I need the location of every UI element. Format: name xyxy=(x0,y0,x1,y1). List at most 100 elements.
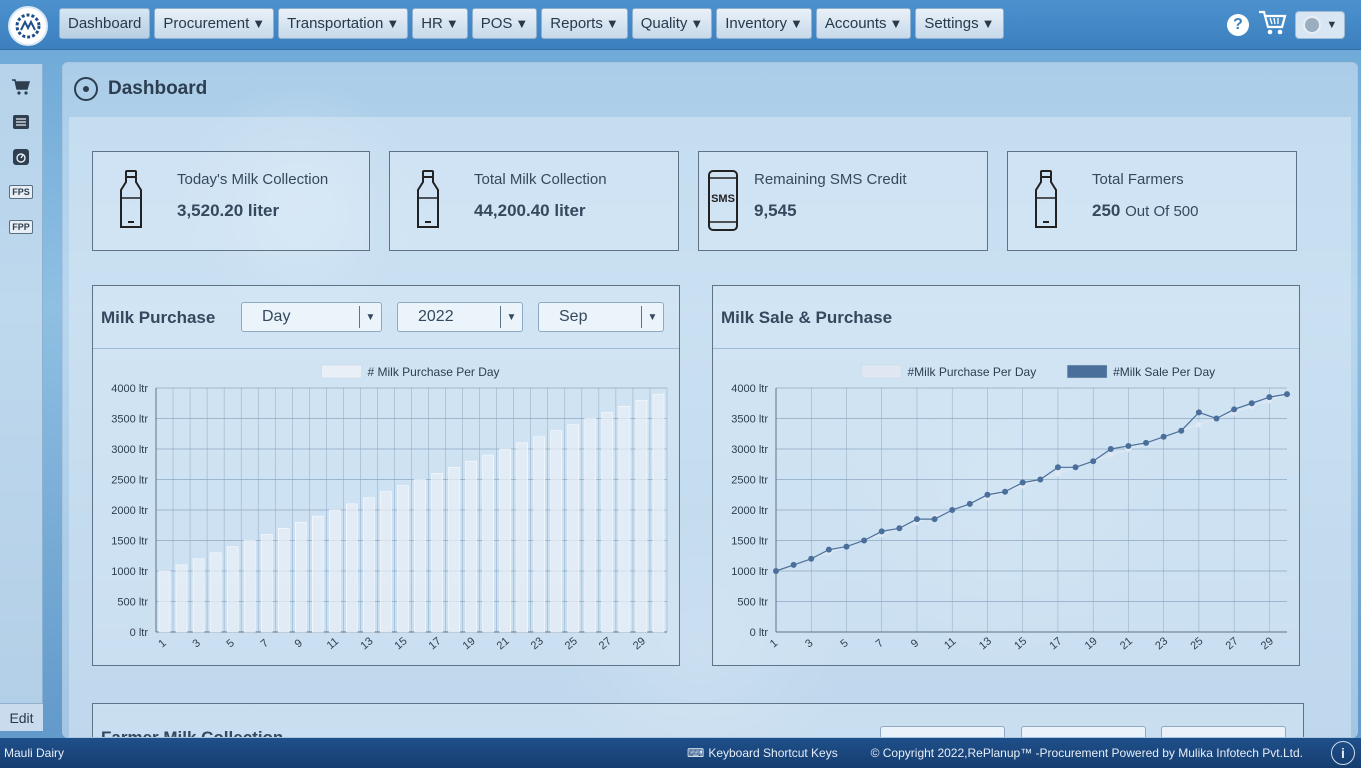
logo-icon xyxy=(15,13,41,39)
panel-title: Milk Purchase xyxy=(101,308,216,327)
nav-pos[interactable]: POS ▼ xyxy=(471,8,538,39)
y-tick-label: 1500 ltr xyxy=(111,536,148,548)
data-point xyxy=(966,500,973,507)
data-point xyxy=(1072,464,1079,471)
user-menu-button[interactable]: ▼ xyxy=(1295,10,1345,39)
x-tick-label: 9 xyxy=(293,637,305,650)
data-point xyxy=(773,568,779,574)
nav-hr[interactable]: HR ▼ xyxy=(412,8,468,39)
x-tick-label: 25 xyxy=(1188,635,1205,652)
caret-down-icon: ▼ xyxy=(889,16,903,31)
cart-icon[interactable] xyxy=(9,76,33,98)
nav-label: Transportation xyxy=(287,15,384,32)
x-tick-label: 21 xyxy=(1118,635,1135,652)
card-label: Total Milk Collection xyxy=(474,171,607,188)
bottom-select-2[interactable] xyxy=(1021,726,1146,737)
list-icon[interactable] xyxy=(9,111,33,133)
bar xyxy=(584,418,597,633)
dashboard-gauge-icon[interactable] xyxy=(9,146,33,168)
card-label: Total Farmers xyxy=(1092,171,1184,188)
data-point xyxy=(790,561,797,568)
data-point xyxy=(1195,409,1202,416)
x-tick-label: 5 xyxy=(838,637,850,650)
data-point xyxy=(1143,439,1150,446)
bar xyxy=(414,479,426,633)
x-tick-label: 7 xyxy=(259,637,271,650)
nav-label: Quality xyxy=(640,15,688,32)
bottom-select-1[interactable] xyxy=(880,726,1005,737)
nav-procurement[interactable]: Procurement ▼ xyxy=(154,8,275,39)
y-tick-label: 3500 ltr xyxy=(731,414,768,426)
x-tick-label: 11 xyxy=(942,635,958,652)
total-milk-card: Total Milk Collection 44,200.40 liter xyxy=(389,151,679,251)
caret-down-icon: ▼ xyxy=(445,16,459,31)
nav-dashboard[interactable]: Dashboard xyxy=(59,8,151,39)
caret-down-icon: ▼ xyxy=(252,16,266,31)
value-text: 44,200.40 liter xyxy=(474,201,586,220)
x-tick-label: 3 xyxy=(190,637,202,650)
y-tick-label: 1000 ltr xyxy=(731,566,768,578)
nav-label: Reports xyxy=(550,15,603,32)
panel-title: Farmer Milk Collection xyxy=(101,728,284,738)
x-tick-label: 15 xyxy=(393,635,410,652)
nav-label: POS xyxy=(480,15,513,32)
edit-button[interactable]: Edit xyxy=(0,703,43,731)
y-tick-label: 500 ltr xyxy=(737,597,768,609)
period-select[interactable]: Day ▼ xyxy=(241,302,382,332)
data-point xyxy=(931,516,938,523)
bottom-select-3[interactable] xyxy=(1161,726,1286,737)
caret-down-icon: ▼ xyxy=(515,16,529,31)
page-header: Dashboard xyxy=(63,63,1357,115)
data-point xyxy=(1107,446,1114,452)
nav-inventory[interactable]: Inventory ▼ xyxy=(716,8,812,39)
fpp-button[interactable]: FPP xyxy=(9,216,33,238)
month-select[interactable]: Sep ▼ xyxy=(538,302,664,332)
panel-title: Milk Sale & Purchase xyxy=(721,308,893,327)
y-tick-label: 2000 ltr xyxy=(111,505,148,517)
x-tick-label: 3 xyxy=(803,637,815,650)
info-icon[interactable]: i xyxy=(1331,741,1355,765)
bar xyxy=(329,509,341,633)
y-tick-label: 0 ltr xyxy=(750,627,769,639)
nav-label: Settings xyxy=(924,15,979,32)
fps-button[interactable]: FPS xyxy=(9,181,33,203)
app-logo[interactable] xyxy=(8,6,48,46)
bar xyxy=(652,393,665,633)
farmer-milk-collection-panel: Farmer Milk Collection xyxy=(92,703,1304,738)
copyright-text: © Copyright 2022,RePlanup™ -Procurement … xyxy=(870,746,1303,760)
nav-quality[interactable]: Quality ▼ xyxy=(631,8,713,39)
x-tick-label: 17 xyxy=(1047,635,1064,652)
legend-swatch xyxy=(861,364,902,379)
bar xyxy=(380,491,392,633)
select-value: Day xyxy=(262,308,291,325)
x-tick-label: 5 xyxy=(225,637,237,650)
main-menu: Dashboard Procurement ▼ Transportation ▼ H… xyxy=(59,8,1004,39)
top-right-actions: ? ▼ xyxy=(1227,8,1345,41)
bar xyxy=(397,485,409,633)
bar xyxy=(346,503,358,633)
x-tick-label: 19 xyxy=(461,635,478,652)
nav-accounts[interactable]: Accounts ▼ xyxy=(815,8,912,39)
data-point xyxy=(1037,476,1044,483)
data-point xyxy=(825,546,832,553)
help-icon[interactable]: ? xyxy=(1227,13,1249,36)
year-select[interactable]: 2022 ▼ xyxy=(397,302,523,332)
x-tick-label: 19 xyxy=(1083,635,1100,652)
y-tick-label: 500 ltr xyxy=(117,597,148,609)
data-point xyxy=(1125,442,1132,449)
legend-label: #Milk Purchase Per Day xyxy=(908,365,1037,379)
nav-transportation[interactable]: Transportation ▼ xyxy=(278,8,409,39)
bar xyxy=(635,399,648,633)
card-value: 44,200.40 liter xyxy=(474,201,586,221)
y-tick-label: 3500 ltr xyxy=(111,414,148,426)
chevron-down-icon: ▼ xyxy=(641,306,663,328)
caret-down-icon: ▼ xyxy=(789,16,803,31)
keyboard-shortcuts-link[interactable]: ⌨ Keyboard Shortcut Keys xyxy=(687,746,838,760)
nav-reports[interactable]: Reports ▼ xyxy=(541,8,628,39)
bar xyxy=(567,424,580,633)
cart-icon[interactable] xyxy=(1257,8,1287,41)
bar xyxy=(294,521,307,633)
fps-label: FPS xyxy=(9,185,33,199)
nav-label: Procurement xyxy=(163,15,250,32)
nav-settings[interactable]: Settings ▼ xyxy=(915,8,1004,39)
